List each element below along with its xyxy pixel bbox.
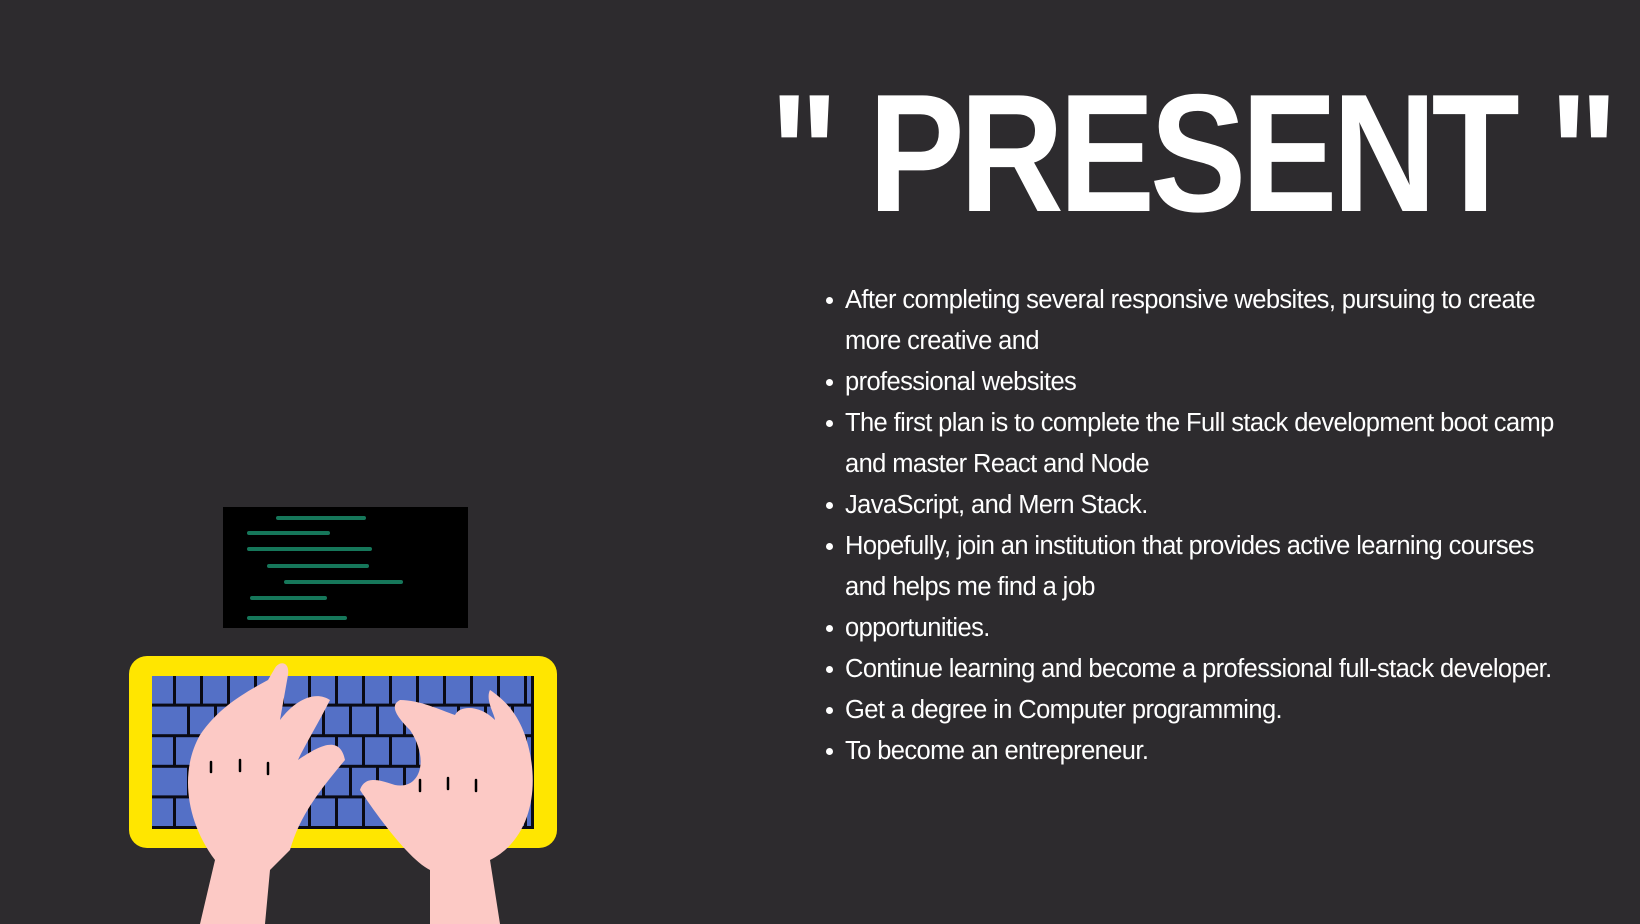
key [203,676,227,704]
key [152,676,173,704]
key [152,706,187,735]
key [500,676,524,704]
code-screen-icon [223,507,468,628]
typing-illustration [129,507,557,924]
key [392,676,416,704]
key [152,798,173,826]
key [152,767,187,796]
key [392,737,416,765]
key [311,798,335,826]
key [352,706,376,735]
key [325,706,349,735]
key [365,676,389,704]
key [338,798,362,826]
key [446,676,470,704]
key [338,676,362,704]
key [365,737,389,765]
key [176,676,200,704]
key [152,737,173,765]
key [419,676,443,704]
key [527,676,531,704]
